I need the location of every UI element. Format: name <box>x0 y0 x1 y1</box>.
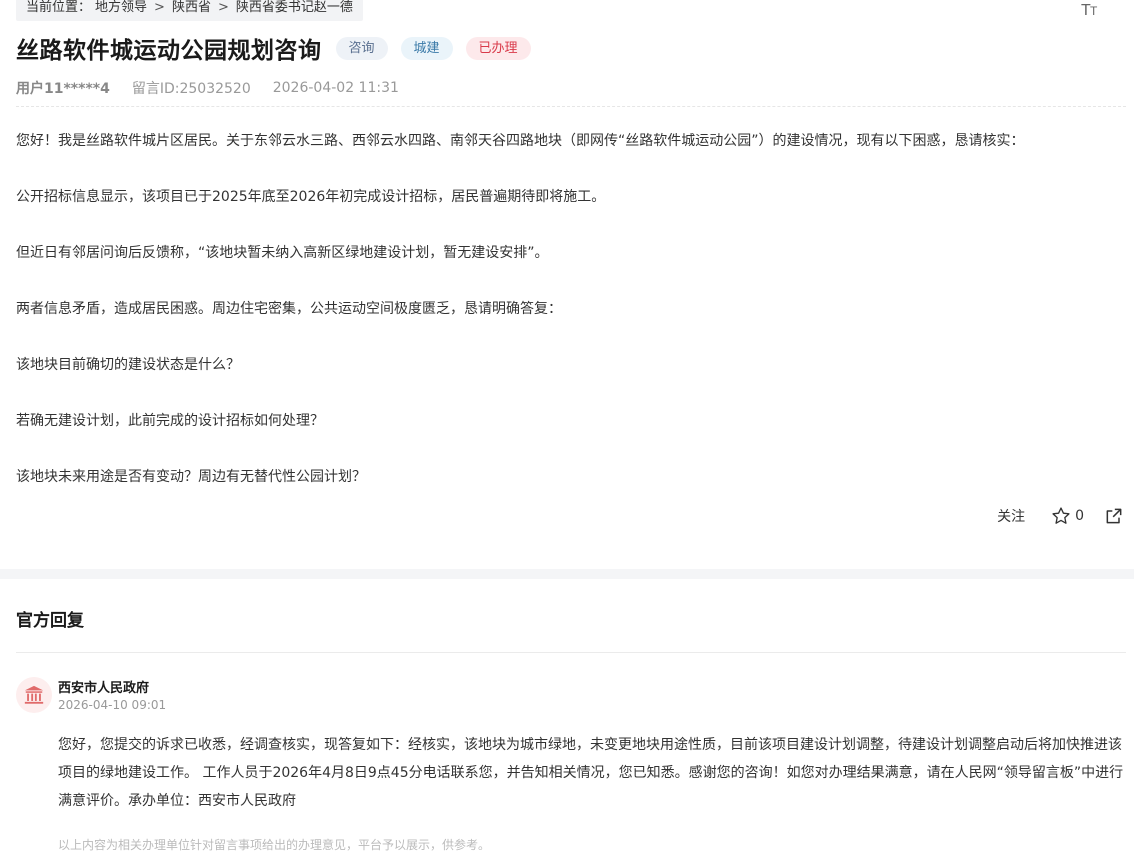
font-size-icon: T T <box>1081 2 1101 19</box>
message-paragraph: 公开招标信息显示，该项目已于2025年底至2026年初完成设计招标，居民普遍期待… <box>16 189 606 205</box>
star-outline-icon <box>1052 507 1070 524</box>
breadcrumb-separator: > <box>154 0 165 15</box>
breadcrumb: 当前位置： 地方领导 > 陕西省 > 陕西省委书记赵一德 <box>16 0 363 21</box>
reply-time: 2026-04-10 09:01 <box>58 698 167 712</box>
favorite-count: 0 <box>1075 508 1084 524</box>
share-icon <box>1106 508 1122 524</box>
breadcrumb-item-local-leaders[interactable]: 地方领导 <box>95 0 147 15</box>
avatar <box>16 677 52 713</box>
follow-button[interactable]: 关注 <box>997 506 1025 526</box>
message-paragraph: 该地块目前确切的建设状态是什么？ <box>16 357 240 373</box>
section-separator <box>0 569 1134 579</box>
message-datetime: 2026-04-02 11:31 <box>272 80 399 96</box>
message-meta: 用户11*****4 留言ID:25032520 2026-04-02 11:3… <box>16 78 399 98</box>
breadcrumb-separator: > <box>217 0 229 15</box>
breadcrumb-item-shaanxi[interactable]: 陕西省 <box>172 0 211 15</box>
favorite-button[interactable]: 0 <box>1051 506 1084 526</box>
message-paragraph: 该地块未来用途是否有变动？周边有无替代性公园计划？ <box>16 469 366 485</box>
divider <box>16 106 1126 107</box>
message-actions: 关注 0 <box>997 506 1124 526</box>
tag-urban-construction: 城建 <box>400 36 453 60</box>
government-building-icon <box>24 685 44 704</box>
breadcrumb-item-secretary[interactable]: 陕西省委书记赵一德 <box>236 0 353 15</box>
message-paragraph: 您好！我是丝路软件城片区居民。关于东邻云水三路、西邻云水四路、南邻天谷四路地块（… <box>16 133 1025 149</box>
svg-text:T: T <box>1090 4 1098 18</box>
message-content: 您好！我是丝路软件城片区居民。关于东邻云水三路、西邻云水四路、南邻天谷四路地块（… <box>16 130 1126 522</box>
reply-body: 您好，您提交的诉求已收悉，经调查核实，现答复如下：经核实，该地块为城市绿地，未变… <box>58 737 1124 809</box>
share-button[interactable] <box>1104 506 1124 526</box>
tag-consult: 咨询 <box>335 36 388 60</box>
reply-org-name: 西安市人民政府 <box>58 681 150 696</box>
message-paragraph: 两者信息矛盾，造成居民困惑。周边住宅密集，公共运动空间极度匮乏，恳请明确答复： <box>16 301 562 317</box>
divider <box>16 652 1126 653</box>
reply-disclaimer: 以上内容为相关办理单位针对留言事项给出的办理意见，平台予以展示，供参考。 <box>58 838 491 852</box>
tag-processed: 已办理 <box>465 36 531 60</box>
message-paragraph: 若确无建设计划，此前完成的设计招标如何处理？ <box>16 413 324 429</box>
message-paragraph: 但近日有邻居问询后反馈称，“该地块暂未纳入高新区绿地建设计划，暂无建设安排”。 <box>16 245 549 261</box>
font-size-button[interactable]: T T <box>1081 0 1103 19</box>
page-title: 丝路软件城运动公园规划咨询 <box>16 38 322 64</box>
official-reply-heading: 官方回复 <box>16 611 84 631</box>
title-row: 丝路软件城运动公园规划咨询 咨询 城建 已办理 <box>16 32 544 64</box>
user-name: 用户11*****4 <box>16 81 110 97</box>
message-id: 留言ID:25032520 <box>131 81 251 97</box>
breadcrumb-prefix: 当前位置： <box>26 0 92 15</box>
